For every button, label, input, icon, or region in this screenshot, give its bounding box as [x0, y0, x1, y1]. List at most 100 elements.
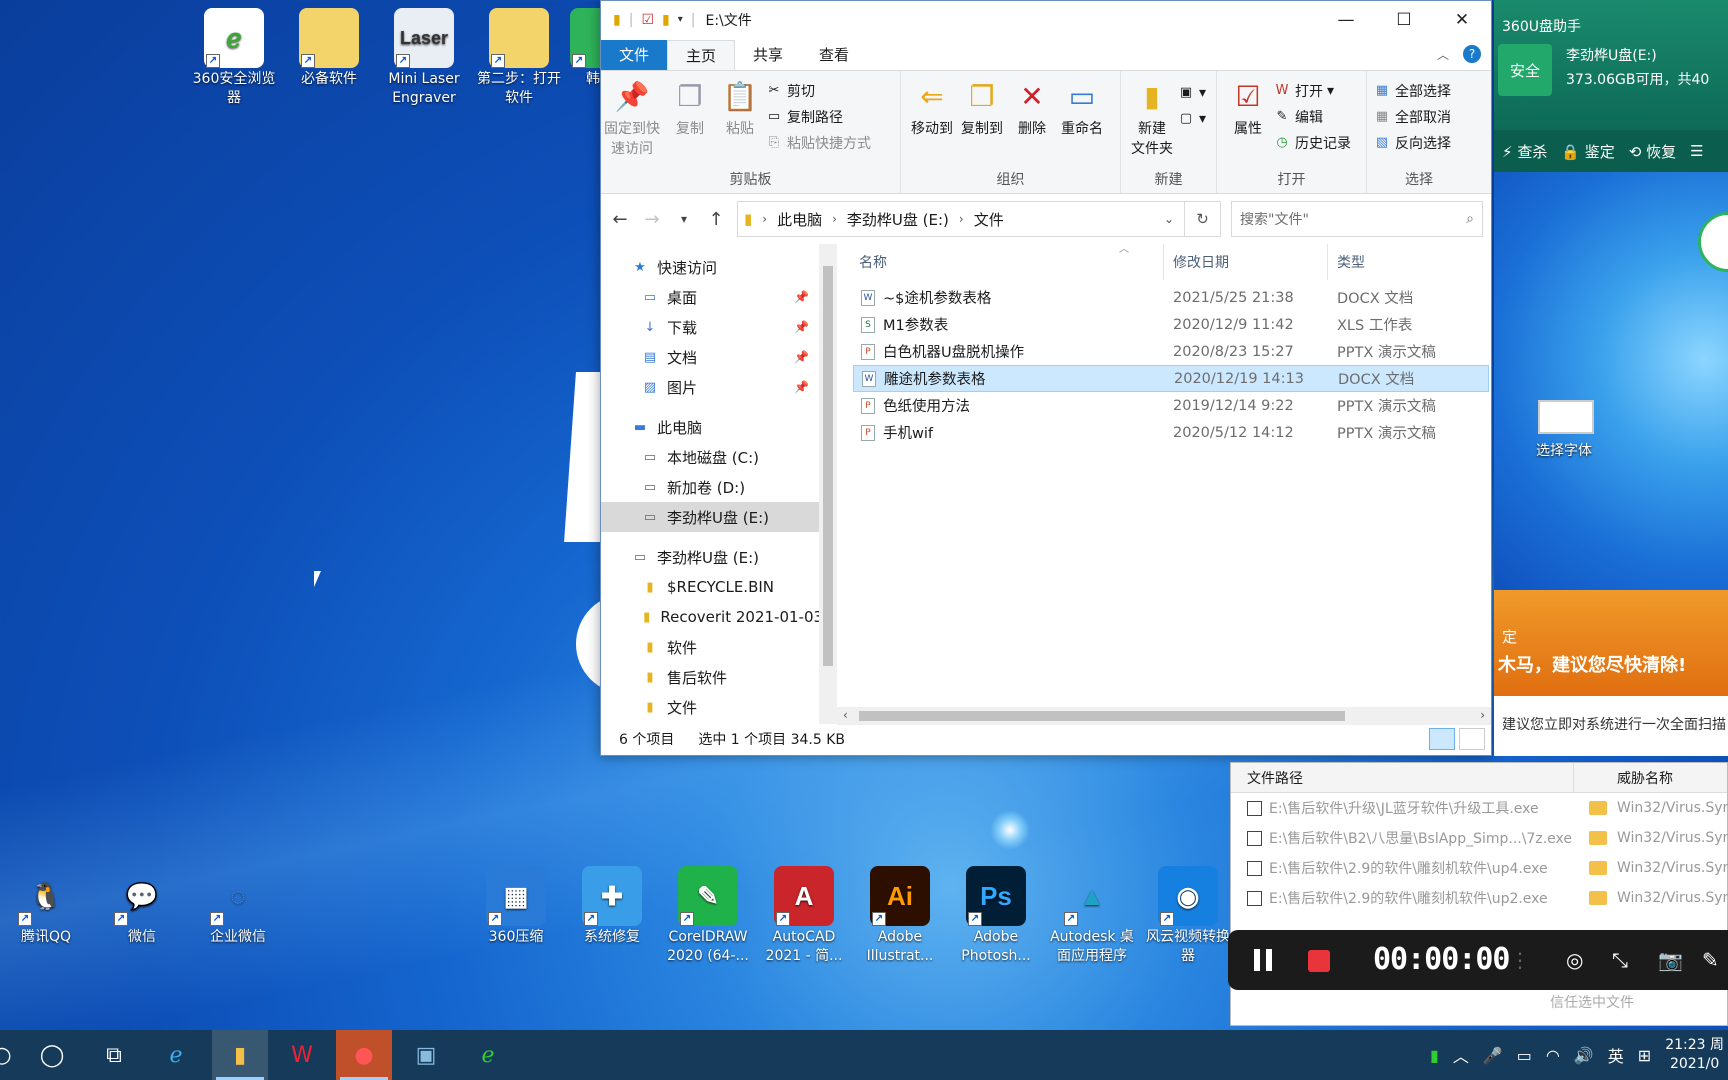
breadcrumb-folder[interactable]: 文件 — [974, 209, 1004, 230]
360-taskbar-icon[interactable]: ℯ — [460, 1030, 516, 1080]
nav-quick-access[interactable]: ★ 快速访问 — [601, 252, 837, 282]
desktop-icon[interactable]: ▦ ↗ 360压缩 — [472, 866, 560, 947]
search-box[interactable]: 搜索"文件" ⌕ — [1231, 201, 1483, 237]
clock[interactable]: 21:23 周 2021/0 — [1665, 1036, 1724, 1074]
new-item-button[interactable]: ▣ ▾ — [1177, 81, 1206, 104]
new-folder-icon[interactable]: ▮ — [662, 12, 670, 28]
file-row[interactable]: S M1参数表 2020/12/9 11:42 XLS 工作表 — [853, 311, 1489, 338]
desktop-file-icon[interactable] — [1538, 400, 1594, 434]
paste-shortcut-button[interactable]: ⎘ 粘贴快捷方式 — [765, 131, 871, 154]
desktop-icon[interactable]: 🐧 ↗ 腾讯QQ — [2, 866, 90, 947]
ime-icon[interactable]: ⊞ — [1638, 1046, 1651, 1065]
file-row[interactable]: P 白色机器U盘脱机操作 2020/8/23 15:27 PPTX 演示文稿 — [853, 338, 1489, 365]
horizontal-scrollbar-thumb[interactable] — [859, 711, 1345, 721]
minimize-button[interactable]: — — [1317, 1, 1375, 38]
column-name[interactable]: 名称 — [859, 252, 887, 272]
nav-usb-root[interactable]: ▭ 李劲桦U盘 (E:) — [601, 542, 837, 572]
desktop-icon[interactable]: A ↗ AutoCAD 2021 - 简... — [760, 866, 848, 966]
tab-view[interactable]: 查看 — [801, 40, 867, 70]
column-type[interactable]: 类型 — [1337, 252, 1365, 272]
refresh-icon[interactable]: ↻ — [1184, 202, 1220, 236]
desktop-icon[interactable]: ℯ ↗ 360安全浏览器 — [190, 8, 278, 108]
cut-button[interactable]: ✂ 剪切 — [765, 79, 871, 102]
stop-record-icon[interactable] — [1308, 950, 1330, 972]
nav-scrollbar[interactable] — [819, 244, 837, 724]
desktop-icon[interactable]: ◉ ↗ 风云视频转换器 — [1144, 866, 1232, 966]
customize-arrow-icon[interactable]: ▾ — [678, 14, 683, 25]
trust-selected-button[interactable]: 信任选中文件 — [1550, 992, 1634, 1012]
nav-folder[interactable]: ▮ 售后软件 — [601, 662, 837, 692]
desktop-icon[interactable]: Ai ↗ Adobe Illustrat... — [856, 866, 944, 966]
desktop-icon[interactable]: ✎ ↗ CorelDRAW 2020 (64-... — [664, 866, 752, 966]
open-folder-icon[interactable] — [1589, 861, 1607, 875]
properties-icon[interactable]: ☑ — [641, 12, 654, 28]
desktop-icon[interactable]: ◌ ↗ 企业微信 — [194, 866, 282, 947]
large-icons-view-icon[interactable] — [1459, 728, 1485, 750]
desktop-icon[interactable]: Laser ↗ Mini Laser Engraver — [380, 8, 468, 108]
nav-drive[interactable]: ▭ 李劲桦U盘 (E:) — [601, 502, 837, 532]
task-view-icon[interactable]: ⧉ — [86, 1030, 142, 1080]
back-arrow-icon[interactable]: ← — [609, 209, 631, 230]
file-row[interactable]: P 手机wif 2020/5/12 14:12 PPTX 演示文稿 — [853, 419, 1489, 446]
nav-quick-item[interactable]: ↓ 下载 📌 — [601, 312, 837, 342]
nav-drive[interactable]: ▭ 新加卷 (D:) — [601, 472, 837, 502]
threat-checkbox[interactable] — [1247, 860, 1262, 876]
volume-icon[interactable]: 🔊 — [1574, 1046, 1594, 1065]
close-button[interactable]: ✕ — [1433, 1, 1491, 38]
file-explorer-taskbar-icon[interactable]: ▮ — [212, 1030, 268, 1080]
nav-folder[interactable]: ▮ 软件 — [601, 632, 837, 662]
fullscreen-icon[interactable]: ⤡ — [1612, 948, 1628, 972]
breadcrumb-this-pc[interactable]: 此电脑 — [777, 209, 822, 230]
desktop-icon[interactable]: ✚ ↗ 系统修复 — [568, 866, 656, 947]
search-icon[interactable]: ⌕ — [1466, 211, 1474, 227]
details-view-icon[interactable] — [1429, 728, 1455, 750]
recorder-taskbar-icon[interactable]: ● — [336, 1030, 392, 1080]
breadcrumb-usb-drive[interactable]: 李劲桦U盘 (E:) — [847, 209, 949, 230]
file-row[interactable]: W ~$途机参数表格 2021/5/25 21:38 DOCX 文档 — [853, 284, 1489, 311]
cortana-icon[interactable]: ◯ — [24, 1030, 80, 1080]
open-folder-icon[interactable] — [1589, 831, 1607, 845]
open-folder-icon[interactable] — [1589, 891, 1607, 905]
select-none-button[interactable]: ▦ 全部取消 — [1373, 105, 1451, 128]
recent-locations-chevron-icon[interactable]: ▾ — [673, 212, 695, 226]
threat-checkbox[interactable] — [1247, 800, 1262, 816]
open-button[interactable]: W 打开 ▾ — [1273, 79, 1351, 102]
column-date[interactable]: 修改日期 — [1173, 252, 1229, 272]
open-folder-icon[interactable] — [1589, 801, 1607, 815]
nav-folder[interactable]: ▮ $RECYCLE.BIN — [601, 572, 837, 602]
nav-folder[interactable]: ▮ 文件 — [601, 692, 837, 722]
nav-quick-item[interactable]: ▨ 图片 📌 — [601, 372, 837, 402]
select-all-button[interactable]: ▦ 全部选择 — [1373, 79, 1451, 102]
edit-button[interactable]: ✎ 编辑 — [1273, 105, 1351, 128]
app-taskbar-icon[interactable]: ▣ — [398, 1030, 454, 1080]
camera-icon[interactable]: 📷 — [1658, 948, 1683, 972]
pause-icon[interactable] — [1254, 949, 1272, 971]
threat-checkbox[interactable] — [1247, 890, 1262, 906]
help-icon[interactable]: ? — [1463, 45, 1481, 63]
desktop-icon[interactable]: ▲ ↗ Autodesk 桌面应用程序 — [1048, 866, 1136, 966]
tab-file[interactable]: 文件 — [601, 40, 668, 70]
browser-taskbar-icon[interactable]: ℯ — [148, 1030, 204, 1080]
file-row[interactable]: W 雕途机参数表格 2020/12/19 14:13 DOCX 文档 — [853, 365, 1489, 392]
nav-folder[interactable]: ▮ Recoverit 2021-01-03 a — [601, 602, 837, 632]
maximize-button[interactable]: ☐ — [1375, 1, 1433, 38]
recover-button[interactable]: ⟲ 恢复 — [1629, 141, 1676, 162]
file-row[interactable]: P 色纸使用方法 2019/12/14 9:22 PPTX 演示文稿 — [853, 392, 1489, 419]
nav-drive[interactable]: ▭ 本地磁盘 (C:) — [601, 442, 837, 472]
nav-this-pc[interactable]: ▬ 此电脑 — [601, 412, 837, 442]
desktop-icon[interactable]: ↗ 第二步：打开软件 — [475, 8, 563, 108]
wps-taskbar-icon[interactable]: W — [274, 1030, 330, 1080]
easy-access-button[interactable]: ▢ ▾ — [1177, 107, 1206, 130]
scan-button[interactable]: ⚡ 查杀 — [1502, 141, 1547, 162]
battery-icon[interactable]: ▮ — [1430, 1046, 1439, 1065]
threat-checkbox[interactable] — [1247, 830, 1262, 846]
region-icon[interactable]: ◎ — [1566, 948, 1583, 972]
menu-icon[interactable]: ☰ — [1690, 142, 1703, 160]
microphone-icon[interactable]: 🎤 — [1483, 1046, 1503, 1065]
collapse-ribbon-icon[interactable]: ︿ — [1437, 46, 1449, 63]
input-language[interactable]: 英 — [1608, 1043, 1624, 1067]
pen-icon[interactable]: ✎ — [1702, 948, 1719, 972]
nav-quick-item[interactable]: ▭ 桌面 📌 — [601, 282, 837, 312]
address-bar[interactable]: ▮ › 此电脑 › 李劲桦U盘 (E:) › 文件 ⌄ ↻ — [737, 201, 1221, 237]
title-bar[interactable]: ▮ | ☑ ▮ ▾ | E:\文件 — ☐ ✕ — [601, 1, 1491, 38]
